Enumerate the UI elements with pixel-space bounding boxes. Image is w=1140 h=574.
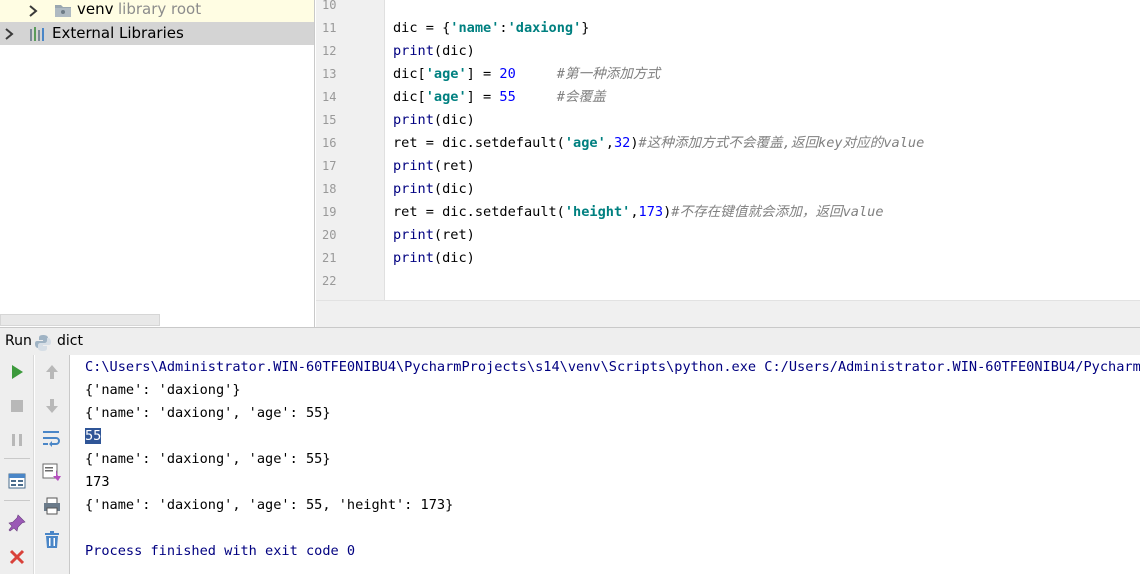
- code-line[interactable]: ret = dic.setdefault('age',32)#这种添加方式不会覆…: [393, 132, 924, 155]
- code-line[interactable]: print(dic): [393, 178, 475, 201]
- console-exit-line: Process finished with exit code 0: [85, 543, 356, 559]
- console-output[interactable]: C:\Users\Administrator.WIN-60TFE0NIBU4\P…: [71, 355, 1140, 574]
- layout-icon[interactable]: [6, 470, 28, 492]
- code-line[interactable]: print(dic): [393, 247, 475, 270]
- close-icon[interactable]: [6, 546, 28, 568]
- code-line[interactable]: dic = {'name':'daxiong'}: [393, 17, 589, 40]
- scroll-to-end-icon[interactable]: [41, 461, 63, 483]
- library-icon: [29, 26, 47, 45]
- line-number: 22: [322, 274, 337, 288]
- print-icon[interactable]: [41, 495, 63, 517]
- line-number: 13: [322, 67, 337, 81]
- toolbar-separator: [4, 500, 30, 501]
- console-line-selected: 55: [85, 425, 102, 448]
- console-command-line: C:\Users\Administrator.WIN-60TFE0NIBU4\P…: [85, 359, 1140, 375]
- line-number: 21: [322, 251, 337, 265]
- down-arrow-icon[interactable]: [41, 395, 63, 417]
- line-number: 12: [322, 44, 337, 58]
- stop-icon[interactable]: [6, 395, 28, 417]
- run-tool-window-header: Run dict: [0, 327, 1140, 355]
- code-line[interactable]: print(ret): [393, 155, 475, 178]
- line-number: 16: [322, 136, 337, 150]
- console-selection: 55: [85, 428, 102, 444]
- chevron-right-icon[interactable]: [26, 4, 40, 18]
- run-toolbar-secondary: [35, 355, 70, 574]
- run-tab-label[interactable]: Run: [5, 333, 32, 349]
- console-line: 173: [85, 474, 110, 490]
- horizontal-scrollbar[interactable]: [0, 314, 160, 326]
- tree-item-hint: library root: [118, 0, 202, 18]
- line-number: 15: [322, 113, 337, 127]
- console-line: {'name': 'daxiong'}: [85, 382, 241, 398]
- console-line: {'name': 'daxiong', 'age': 55}: [85, 451, 331, 467]
- soft-wrap-icon[interactable]: [41, 427, 63, 449]
- pause-icon[interactable]: [6, 429, 28, 451]
- code-line[interactable]: dic['age'] = 20 #第一种添加方式: [393, 63, 660, 86]
- code-line[interactable]: print(dic): [393, 109, 475, 132]
- rerun-icon[interactable]: [6, 361, 28, 383]
- tree-item-label: venv: [77, 0, 114, 18]
- project-tree-panel: venv library root External Libraries: [0, 0, 315, 327]
- run-toolbar-primary: [0, 355, 34, 574]
- line-number: 19: [322, 205, 337, 219]
- python-icon: [34, 334, 52, 356]
- tree-item-external-libraries[interactable]: External Libraries: [0, 22, 314, 45]
- line-number: 10: [322, 0, 337, 12]
- chevron-right-icon[interactable]: [2, 27, 16, 41]
- console-line: {'name': 'daxiong', 'age': 55}: [85, 405, 331, 421]
- code-line[interactable]: print(dic): [393, 40, 475, 63]
- line-number: 20: [322, 228, 337, 242]
- code-editor[interactable]: 10 11 12 13 14 15 16 17 18 19 20 21 22 d…: [316, 0, 1140, 327]
- line-number: 17: [322, 159, 337, 173]
- tree-item-venv[interactable]: venv library root: [0, 0, 314, 22]
- pin-icon[interactable]: [6, 512, 28, 534]
- toolbar-separator: [4, 458, 30, 459]
- code-line[interactable]: ret = dic.setdefault('height',173)#不存在键值…: [393, 201, 884, 224]
- console-line: {'name': 'daxiong', 'age': 55, 'height':…: [85, 497, 454, 513]
- line-number: 14: [322, 90, 337, 104]
- up-arrow-icon[interactable]: [41, 361, 63, 383]
- line-number: 11: [322, 21, 337, 35]
- trash-icon[interactable]: [41, 529, 63, 551]
- editor-bottom-area: [316, 300, 1140, 327]
- run-config-name[interactable]: dict: [57, 333, 83, 349]
- code-line[interactable]: print(ret): [393, 224, 475, 247]
- code-line[interactable]: dic['age'] = 55 #会覆盖: [393, 86, 606, 109]
- line-number: 18: [322, 182, 337, 196]
- tree-item-label: External Libraries: [52, 24, 184, 42]
- folder-icon: [54, 2, 72, 22]
